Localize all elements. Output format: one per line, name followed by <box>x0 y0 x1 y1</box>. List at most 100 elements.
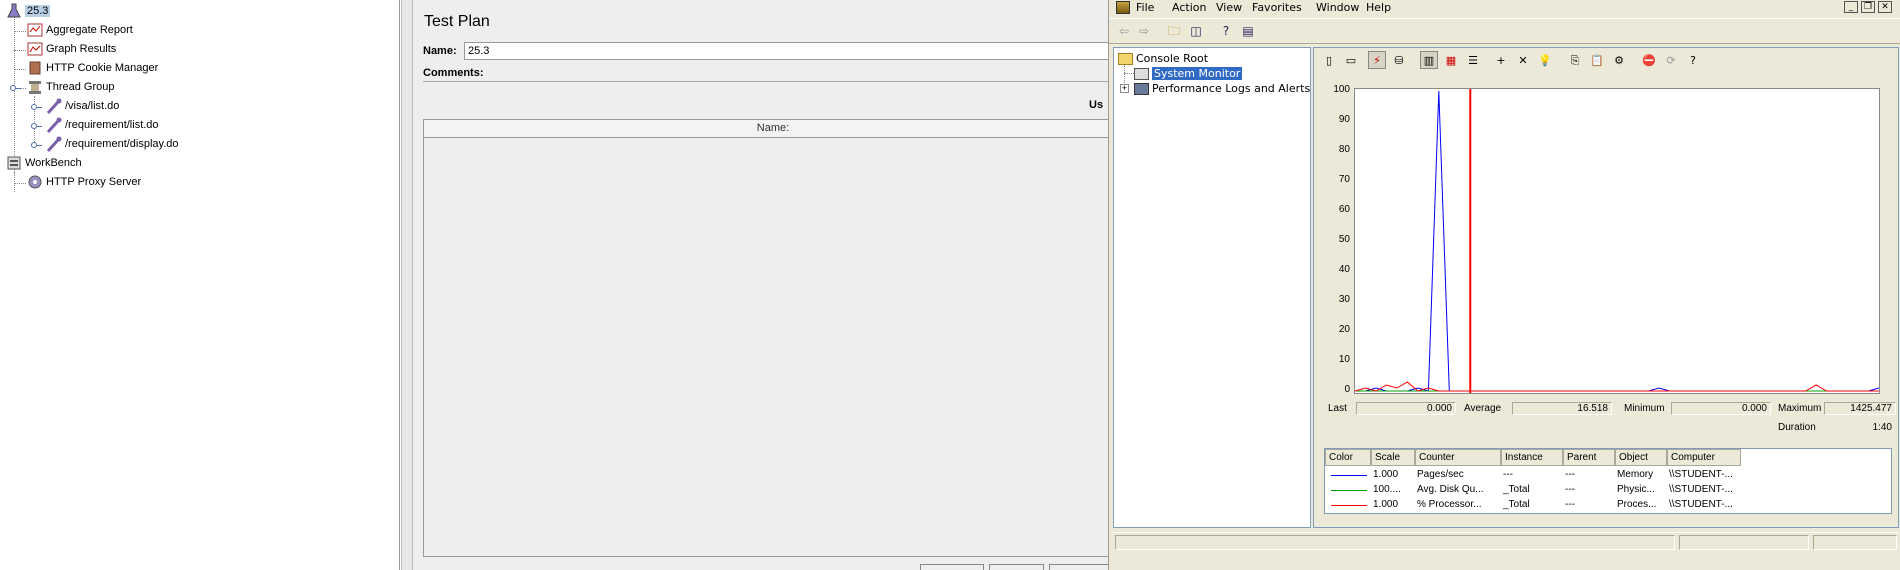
help-icon[interactable]: ? <box>1684 51 1702 69</box>
duration-value: 1:40 <box>1824 421 1896 434</box>
folder-icon <box>1118 53 1133 65</box>
graph-icon <box>27 41 43 57</box>
legend-row[interactable]: 1.000 Pages/sec --- --- Memory \\STUDENT… <box>1325 468 1891 482</box>
tree-node-test-plan[interactable]: 25.3 <box>6 3 51 19</box>
monitor-chart-icon <box>1134 68 1149 80</box>
system-monitor-pane: ▯ ▭ ⚡ ⛁ ▥ ▦ ☰ + ✕ 💡 ⎘ 📋 ⚙ ⛔ ⟳ ? 100 90 80 7… <box>1313 47 1899 528</box>
legend-instance: _Total <box>1503 499 1530 510</box>
menu-help[interactable]: Help <box>1366 0 1391 16</box>
legend-col-color[interactable]: Color <box>1325 449 1371 466</box>
jmeter-test-tree[interactable]: 25.3 Aggregate Report Graph Results HTTP… <box>0 0 400 570</box>
tree-node-sampler[interactable]: /requirement/display.do <box>46 136 179 153</box>
tree-node-console-root[interactable]: Console Root <box>1118 51 1208 66</box>
properties-icon[interactable]: ▤ <box>1239 23 1257 40</box>
name-field[interactable]: 25.3 <box>464 42 1124 60</box>
tree-node-label: HTTP Cookie Manager <box>46 62 159 74</box>
freeze-display-icon[interactable]: ⛔ <box>1640 51 1658 69</box>
tree-node-sampler[interactable]: /visa/list.do <box>46 98 119 115</box>
add-counter-icon[interactable]: + <box>1492 51 1510 69</box>
close-icon[interactable]: ✕ <box>1878 1 1892 13</box>
app-icon[interactable] <box>1116 1 1130 14</box>
legend-col-scale[interactable]: Scale <box>1371 449 1415 466</box>
menu-file[interactable]: File <box>1136 0 1154 16</box>
menu-favorites[interactable]: Favorites <box>1252 0 1302 16</box>
expand-plus-icon[interactable]: + <box>1120 84 1129 93</box>
legend-col-instance[interactable]: Instance <box>1501 449 1563 466</box>
legend-col-parent[interactable]: Parent <box>1563 449 1615 466</box>
show-hide-tree-icon[interactable]: ◫ <box>1187 23 1205 40</box>
tree-node-label: Aggregate Report <box>46 24 133 36</box>
maximum-value: 1425.477 <box>1824 402 1896 415</box>
legend-row[interactable]: 100.... Avg. Disk Qu... _Total --- Physi… <box>1325 483 1891 497</box>
tree-node-aggregate-report[interactable]: Aggregate Report <box>27 22 133 38</box>
tree-node-label: /requirement/display.do <box>65 138 179 150</box>
tree-node-performance-logs[interactable]: Performance Logs and Alerts <box>1134 81 1310 96</box>
delete-counter-icon[interactable]: ✕ <box>1514 51 1532 69</box>
legend-computer: \\STUDENT-... <box>1669 469 1733 480</box>
tree-node-workbench[interactable]: WorkBench <box>6 155 82 171</box>
chart-plot <box>1354 89 1880 393</box>
properties-icon[interactable]: ⚙ <box>1610 51 1628 69</box>
bottom-button[interactable] <box>989 564 1044 570</box>
up-folder-icon[interactable]: 🗀 <box>1165 23 1183 40</box>
tree-node-system-monitor[interactable]: System Monitor <box>1134 66 1243 81</box>
restore-icon[interactable]: ❐ <box>1861 1 1875 13</box>
y-tick-label: 70 <box>1338 174 1350 185</box>
pane-splitter[interactable] <box>401 0 413 570</box>
legend-row[interactable]: 1.000 % Processor... _Total --- Proces..… <box>1325 498 1891 512</box>
minimum-label: Minimum <box>1624 403 1665 414</box>
menu-action[interactable]: Action <box>1172 0 1206 16</box>
tree-node-thread-group[interactable]: Thread Group <box>27 79 114 95</box>
paste-counter-list-icon[interactable]: 📋 <box>1588 51 1606 69</box>
tree-node-label: HTTP Proxy Server <box>46 176 142 188</box>
tree-node-sampler[interactable]: /requirement/list.do <box>46 117 159 134</box>
new-counter-set-icon[interactable]: ▯ <box>1320 51 1338 69</box>
bottom-button[interactable] <box>920 564 984 570</box>
maximum-label: Maximum <box>1778 403 1822 414</box>
highlight-icon[interactable]: 💡 <box>1536 51 1554 69</box>
copy-properties-icon[interactable]: ⎘ <box>1566 51 1584 69</box>
legend-col-counter[interactable]: Counter <box>1415 449 1501 466</box>
view-log-data-icon[interactable]: ⛁ <box>1390 51 1408 69</box>
tree-node-label: Console Root <box>1136 52 1209 65</box>
console-tree[interactable]: Console Root System Monitor + Performanc… <box>1113 47 1311 528</box>
counter-legend[interactable]: Color Scale Counter Instance Parent Obje… <box>1324 448 1892 514</box>
minimize-icon[interactable]: _ <box>1844 1 1858 13</box>
page-title: Test Plan <box>424 13 490 30</box>
tree-node-proxy-server[interactable]: HTTP Proxy Server <box>27 174 141 190</box>
expand-handle[interactable] <box>10 85 21 91</box>
expand-handle[interactable] <box>31 123 42 129</box>
clear-display-icon[interactable]: ▭ <box>1342 51 1360 69</box>
y-axis: 100 90 80 70 60 50 40 30 20 10 0 <box>1314 84 1352 395</box>
view-graph-icon[interactable]: ▥ <box>1420 51 1438 69</box>
table-header-name[interactable]: Name: <box>424 120 1122 138</box>
performance-console-window: File Action View Favorites Window Help _… <box>1108 0 1900 570</box>
console-toolbar: ⇦ ⇨ 🗀 ◫ ? ▤ <box>1109 18 1900 44</box>
user-variables-table[interactable]: Name: <box>423 119 1123 557</box>
series-color-swatch <box>1331 490 1367 491</box>
menu-view[interactable]: View <box>1216 0 1242 16</box>
tree-node-cookie-manager[interactable]: HTTP Cookie Manager <box>27 60 158 76</box>
back-arrow-icon[interactable]: ⇦ <box>1115 23 1133 40</box>
expand-handle[interactable] <box>31 104 42 110</box>
system-monitor-toolbar: ▯ ▭ ⚡ ⛁ ▥ ▦ ☰ + ✕ 💡 ⎘ 📋 ⚙ ⛔ ⟳ ? <box>1314 48 1898 72</box>
update-data-icon[interactable]: ⟳ <box>1662 51 1680 69</box>
y-tick-label: 90 <box>1338 114 1350 125</box>
menu-window[interactable]: Window <box>1316 0 1359 16</box>
view-histogram-icon[interactable]: ▦ <box>1442 51 1460 69</box>
help-icon[interactable]: ? <box>1217 23 1235 40</box>
legend-parent: --- <box>1565 499 1575 510</box>
tree-node-graph-results[interactable]: Graph Results <box>27 41 116 57</box>
expand-handle[interactable] <box>31 142 42 148</box>
view-report-icon[interactable]: ☰ <box>1464 51 1482 69</box>
series-line <box>1355 90 1880 392</box>
legend-computer: \\STUDENT-... <box>1669 484 1733 495</box>
legend-col-computer[interactable]: Computer <box>1667 449 1741 466</box>
y-tick-label: 40 <box>1338 264 1350 275</box>
average-value: 16.518 <box>1512 402 1612 415</box>
y-tick-label: 60 <box>1338 204 1350 215</box>
legend-computer: \\STUDENT-... <box>1669 499 1733 510</box>
view-current-activity-icon[interactable]: ⚡ <box>1368 51 1386 69</box>
forward-arrow-icon[interactable]: ⇨ <box>1135 23 1153 40</box>
legend-col-object[interactable]: Object <box>1615 449 1667 466</box>
